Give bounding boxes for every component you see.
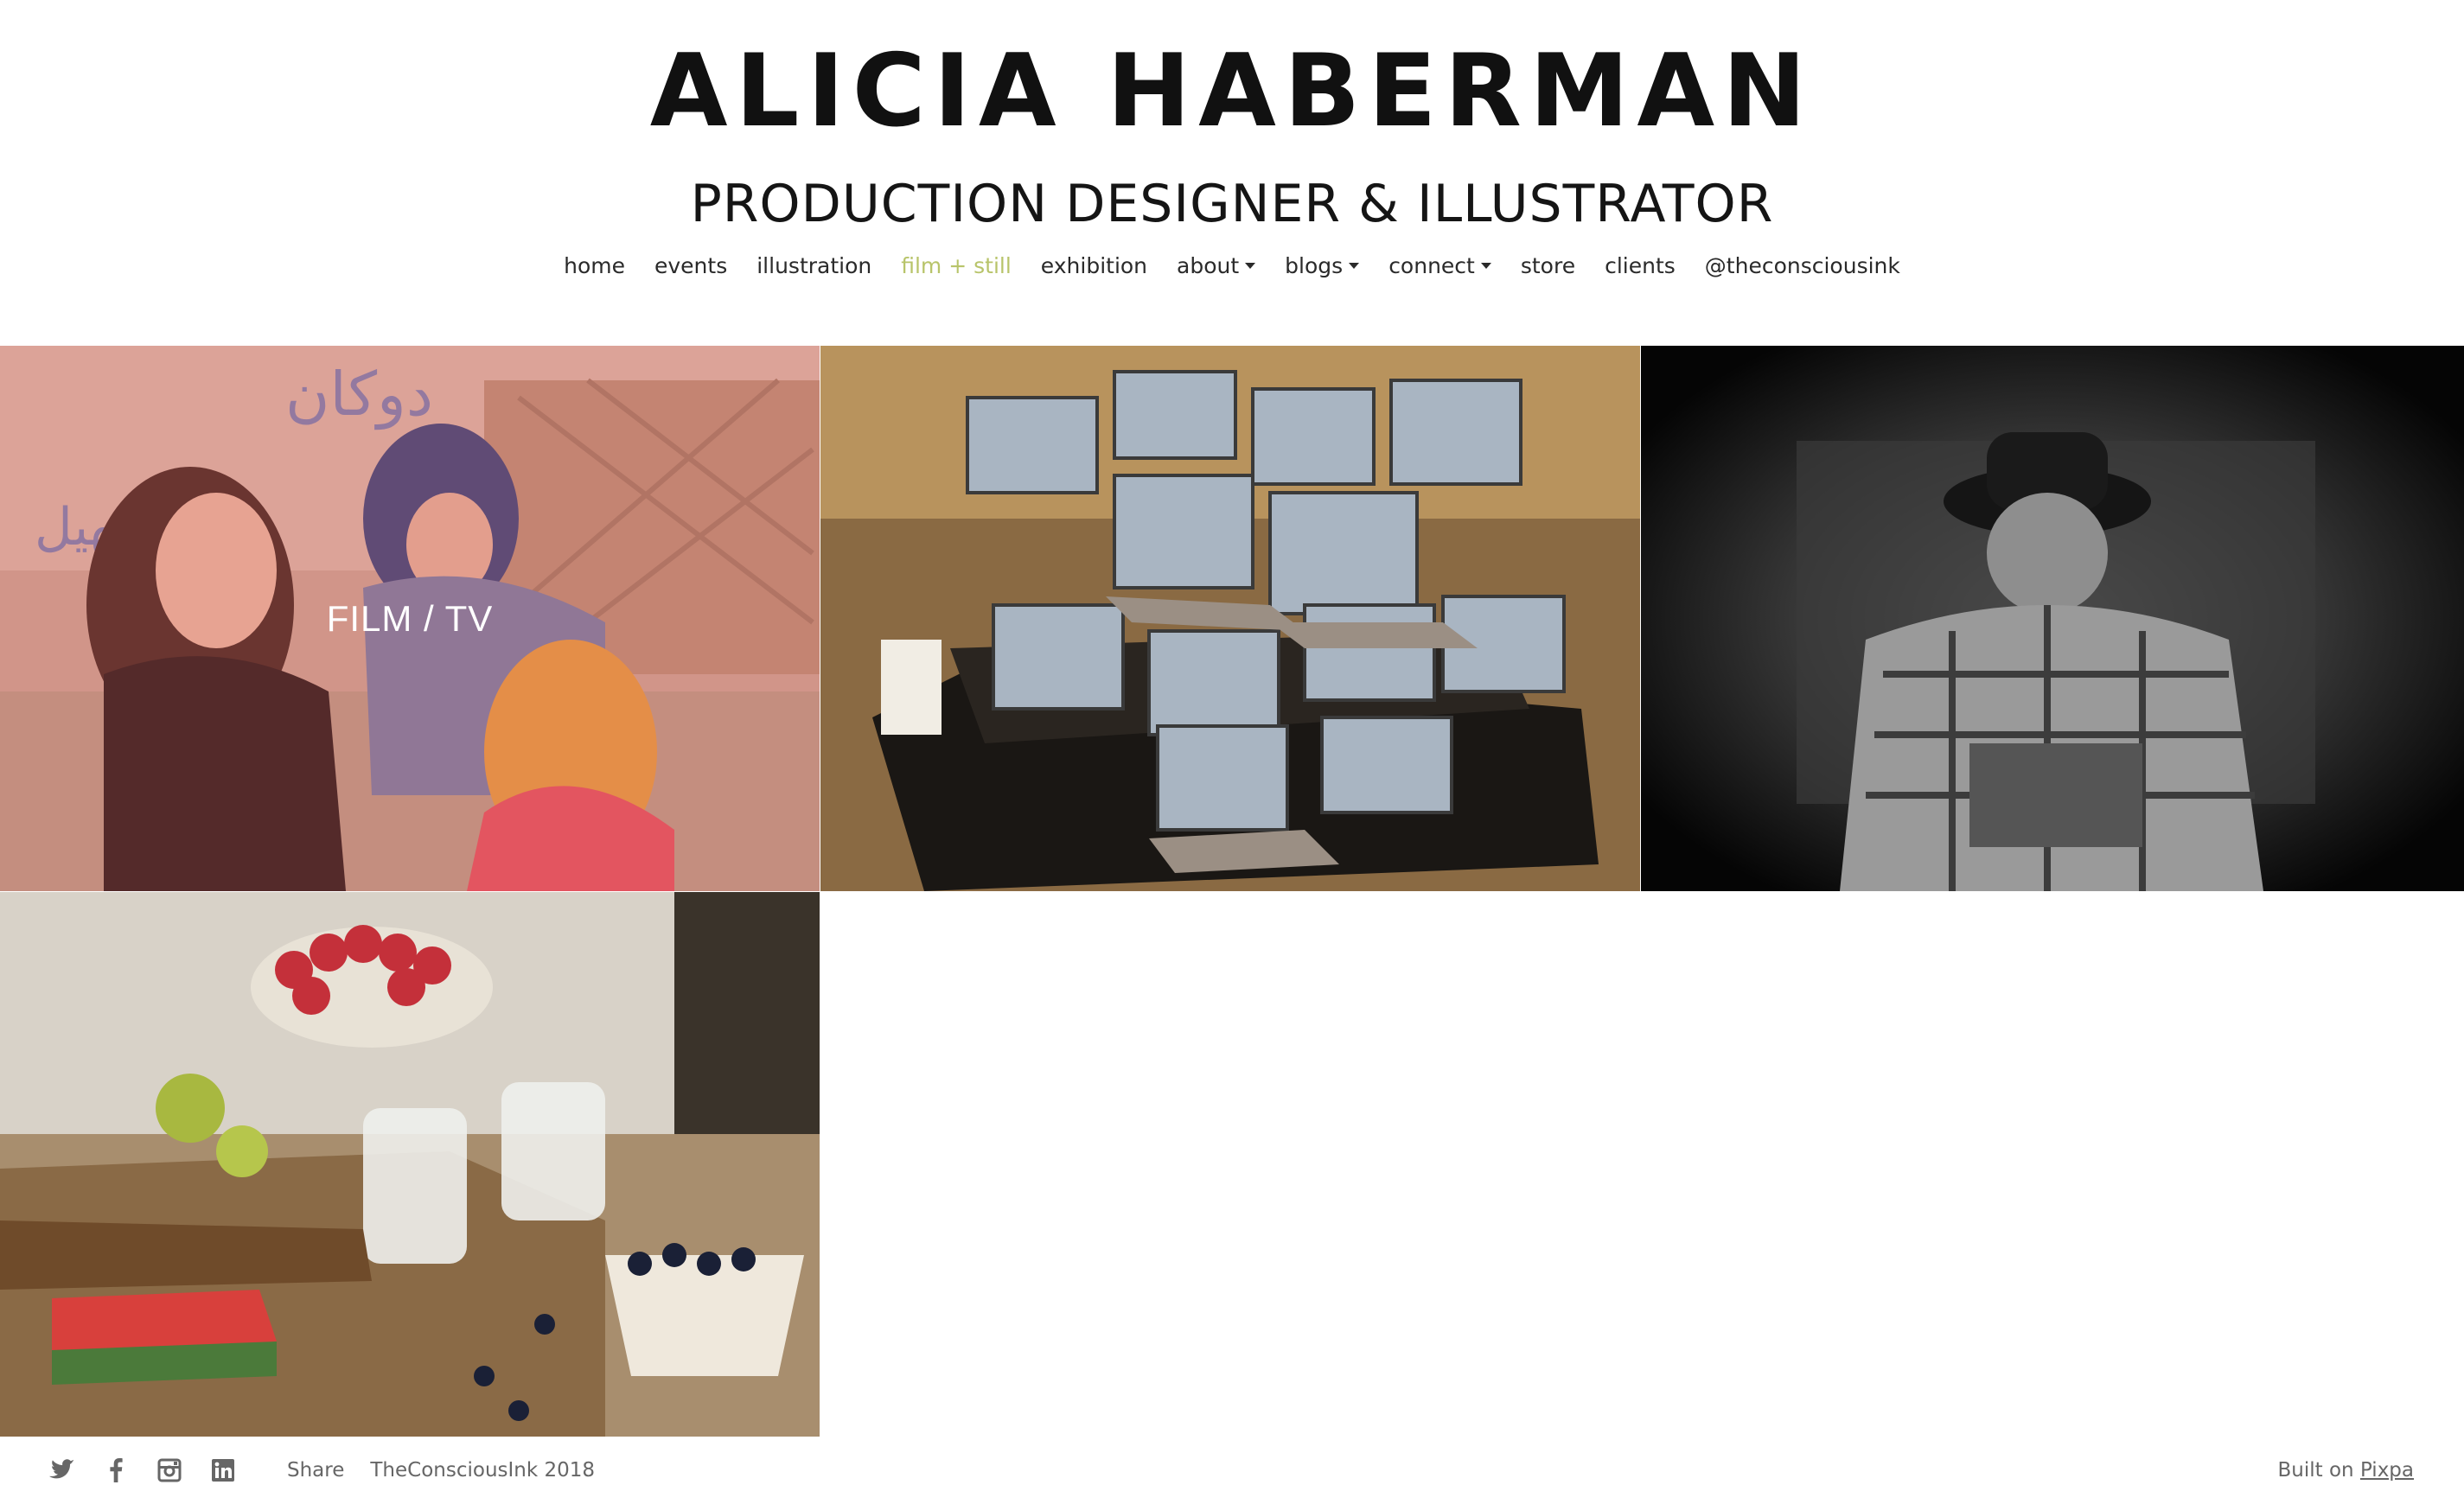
nav-label: film + still: [901, 252, 1012, 278]
gallery-tile-still-life[interactable]: [0, 892, 820, 1437]
nav-item-events[interactable]: events: [654, 253, 727, 278]
man-in-hat-photo: [1641, 346, 2464, 891]
twitter-icon[interactable]: [48, 1456, 76, 1484]
laptops-exhibit-photo: [820, 346, 1640, 891]
nav-label: home: [564, 252, 625, 278]
site-footer: Share TheConsciousInk 2018 Built on Pixp…: [0, 1437, 2464, 1504]
built-on-prefix: Built on: [2277, 1459, 2354, 1482]
caret-down-icon: [1480, 262, 1491, 269]
nav-label: @theconsciousink: [1704, 252, 1900, 278]
nav-label: store: [1520, 252, 1576, 278]
gallery-tile-laptops[interactable]: [820, 346, 1640, 891]
pixpa-link[interactable]: Pixpa: [2360, 1459, 2414, 1482]
nav-label: illustration: [756, 252, 872, 278]
logo-subtitle: PRODUCTION DESIGNER & ILLUSTRATOR: [690, 174, 1774, 234]
logo-name: ALICIA HABERMAN: [649, 33, 1815, 150]
nav-item-film-still[interactable]: film + still: [901, 253, 1012, 278]
built-on: Built on Pixpa: [2278, 1459, 2415, 1482]
main-nav: home events illustration film + still ex…: [0, 244, 2464, 287]
nav-item-instagram-handle[interactable]: @theconsciousink: [1705, 253, 1900, 278]
caret-down-icon: [1245, 262, 1256, 269]
nav-item-illustration[interactable]: illustration: [756, 253, 871, 278]
tile-label: FILM / TV: [326, 597, 494, 639]
share-link[interactable]: Share: [287, 1459, 344, 1482]
nav-item-home[interactable]: home: [564, 253, 625, 278]
nav-item-blogs[interactable]: blogs: [1285, 252, 1360, 278]
nav-label: blogs: [1285, 252, 1344, 278]
copyright-text: TheConsciousInk 2018: [370, 1459, 596, 1482]
fruit-table-photo: [0, 892, 820, 1437]
nav-item-exhibition[interactable]: exhibition: [1041, 253, 1147, 278]
nav-label: connect: [1388, 252, 1475, 278]
site-logo[interactable]: ALICIA HABERMAN PRODUCTION DESIGNER & IL…: [0, 0, 2464, 233]
facebook-icon[interactable]: [102, 1456, 130, 1484]
caret-down-icon: [1349, 262, 1360, 269]
instagram-icon[interactable]: [156, 1456, 183, 1484]
linkedin-icon[interactable]: [209, 1456, 237, 1484]
nav-label: events: [654, 252, 728, 278]
nav-item-about[interactable]: about: [1177, 252, 1256, 278]
nav-item-connect[interactable]: connect: [1388, 253, 1491, 278]
gallery-tile-portrait[interactable]: [1641, 346, 2464, 891]
social-links: [48, 1456, 237, 1484]
nav-item-store[interactable]: store: [1521, 253, 1575, 278]
nav-label: clients: [1605, 252, 1676, 278]
nav-item-clients[interactable]: clients: [1605, 253, 1676, 278]
gallery-tile-film-tv[interactable]: دوکان جهیل FILM / TV: [0, 346, 820, 891]
nav-label: exhibition: [1040, 252, 1148, 278]
nav-label: about: [1177, 252, 1240, 278]
